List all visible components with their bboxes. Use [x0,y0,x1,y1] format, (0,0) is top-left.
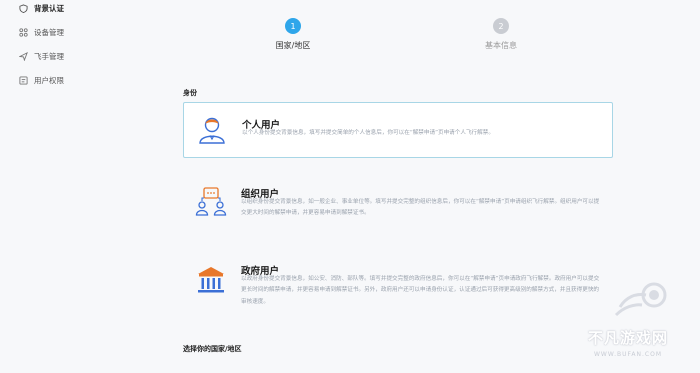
watermark: 不凡游戏网 WWW.BUFAN.COM [584,277,694,367]
identity-card-organization[interactable]: 组织用户 以组织身份提交背景信息，如一般企业、事业单位等。填写并提交完整的组织信… [183,176,613,234]
watermark-logo-icon [614,282,667,317]
government-user-icon [195,264,227,296]
sidebar-item-user-permission[interactable]: 用户权限 [18,72,64,88]
sidebar-item-label: 背景认证 [34,3,64,13]
card-description: 以组织身份提交背景信息，如一般企业、事业单位等。填写并提交完整的组织信息后，你可… [241,199,600,217]
sidebar-item-device-management[interactable]: 设备管理 [18,24,64,40]
step-label: 基本信息 [485,41,517,50]
permission-icon [18,75,28,85]
card-description: 以个人身份提交背景信息，填写并提交简单的个人信息后，你可以在“解禁申请”页申请个… [242,130,494,136]
card-description: 以政府身份提交背景信息，如公安、消防、部队等。填写并提交完整的政府信息后，你可以… [241,276,600,305]
step-number: 2 [493,18,509,34]
sidebar-item-pilot-management[interactable]: 飞手管理 [18,48,64,64]
shield-check-icon [18,3,28,13]
organization-user-icon [195,186,227,218]
sidebar-item-label: 飞手管理 [34,51,64,61]
sidebar-item-label: 设备管理 [34,27,64,37]
personal-user-icon [196,113,228,145]
pilot-icon [18,51,28,61]
identity-card-government[interactable]: 政府用户 以政府身份提交背景信息，如公安、消防、部队等。填写并提交完整的政府信息… [183,254,613,318]
region-section-title: 选择你的国家/地区 [183,345,242,353]
sidebar: 背景认证 设备管理 飞手管理 用户权限 [0,0,150,373]
step-label: 国家/地区 [275,41,311,50]
step-basic-info: 2 基本信息 [461,18,541,51]
sidebar-item-label: 用户权限 [34,75,64,85]
watermark-url: WWW.BUFAN.COM [594,351,663,358]
step-number: 1 [285,18,301,34]
step-country-region: 1 国家/地区 [253,18,333,51]
device-icon [18,27,28,37]
watermark-text: 不凡游戏网 [588,329,669,347]
sidebar-item-background-auth[interactable]: 背景认证 [18,0,64,16]
identity-card-personal[interactable]: 个人用户 以个人身份提交背景信息，填写并提交简单的个人信息后，你可以在“解禁申请… [183,102,613,158]
identity-section-title: 身份 [183,89,197,97]
